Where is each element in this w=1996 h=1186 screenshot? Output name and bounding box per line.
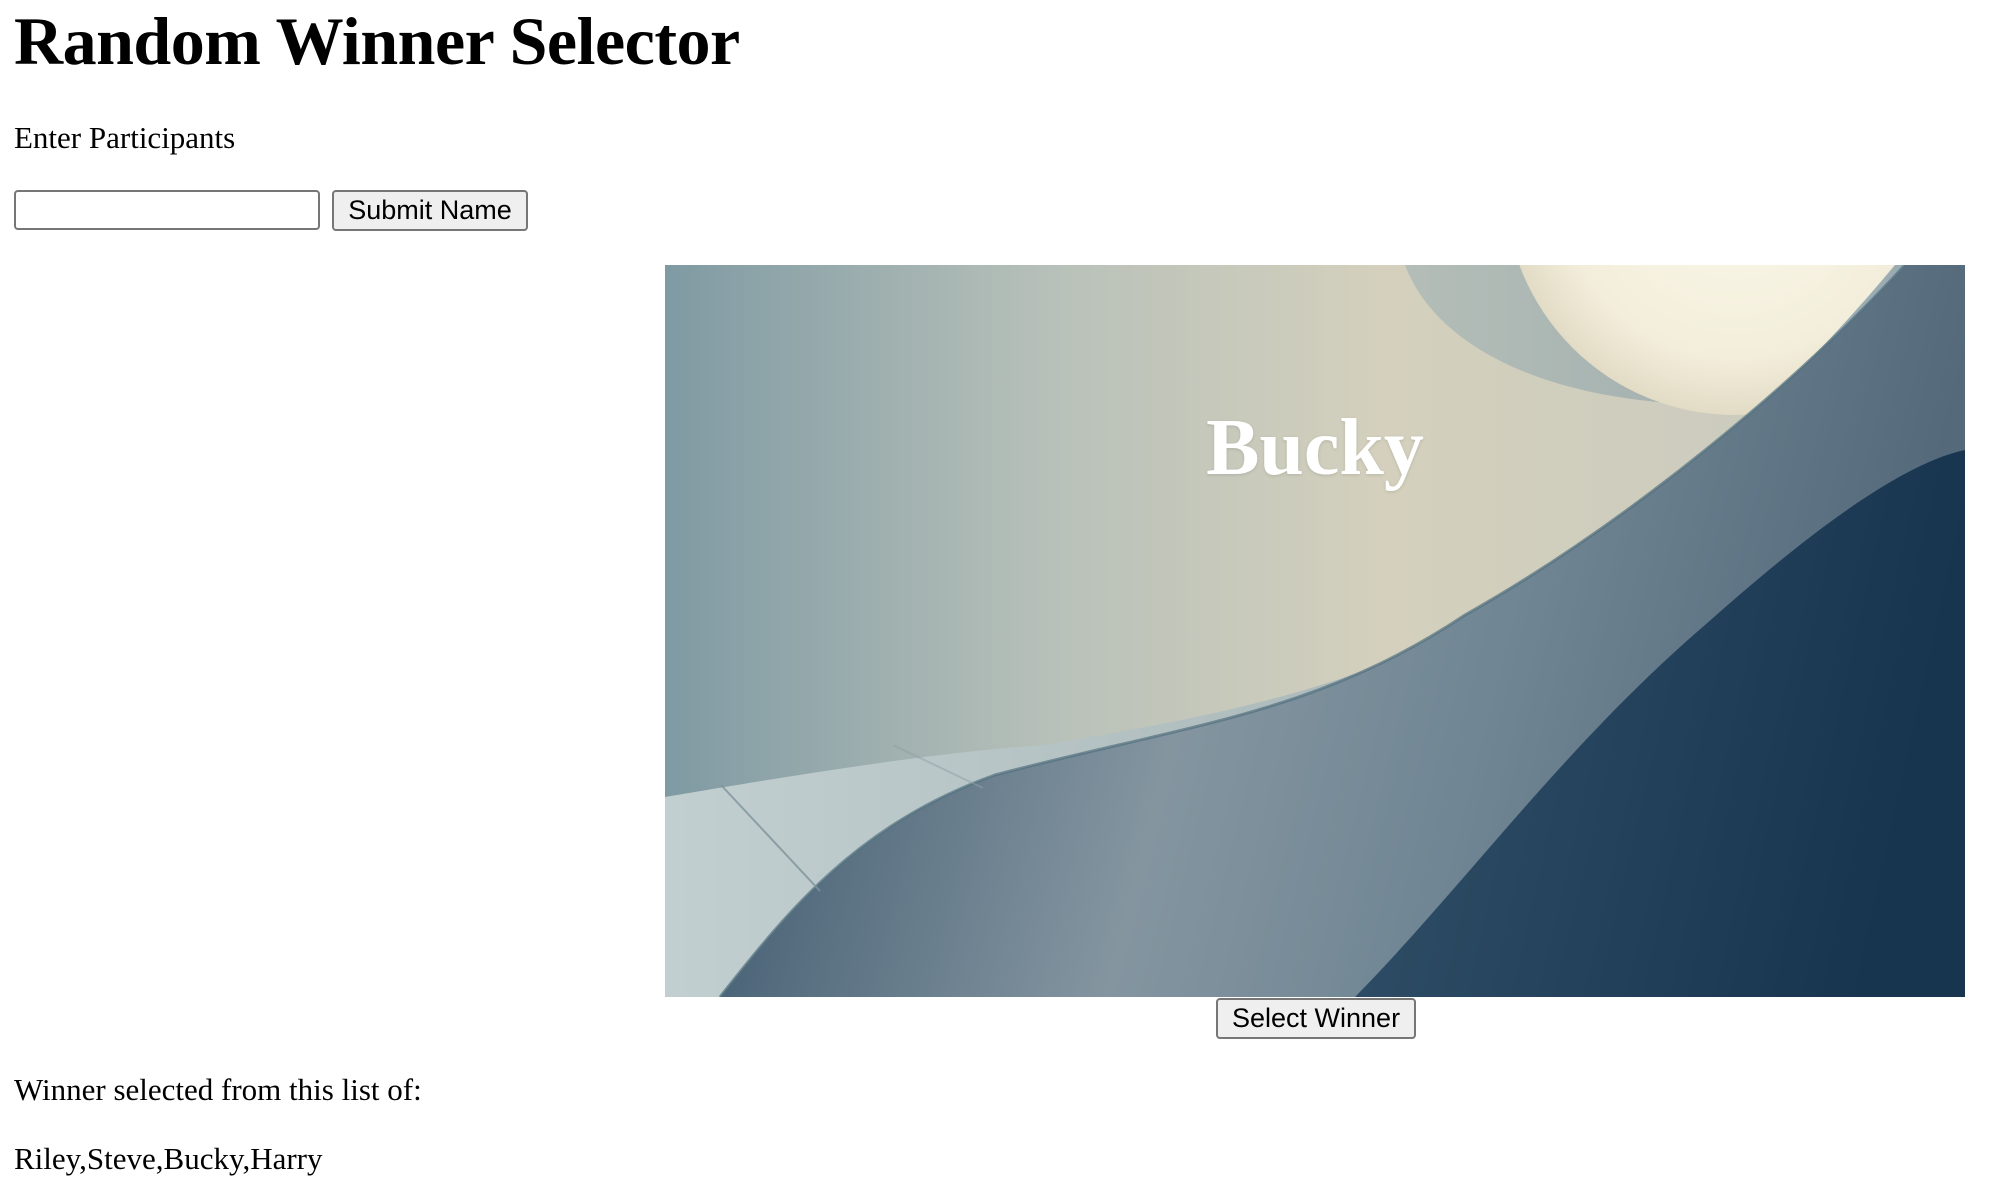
submit-name-button[interactable]: Submit Name <box>332 190 528 231</box>
page-title: Random Winner Selector <box>14 3 740 79</box>
participants-list: Riley,Steve,Bucky,Harry <box>14 1141 323 1176</box>
winner-display-image: Bucky <box>665 265 1965 997</box>
abstract-background-image <box>665 265 1965 997</box>
winner-list-label: Winner selected from this list of: <box>14 1072 422 1107</box>
participant-name-input[interactable] <box>14 190 320 230</box>
enter-participants-label: Enter Participants <box>14 120 236 155</box>
select-winner-button[interactable]: Select Winner <box>1216 998 1416 1039</box>
winner-name: Bucky <box>1206 404 1424 492</box>
